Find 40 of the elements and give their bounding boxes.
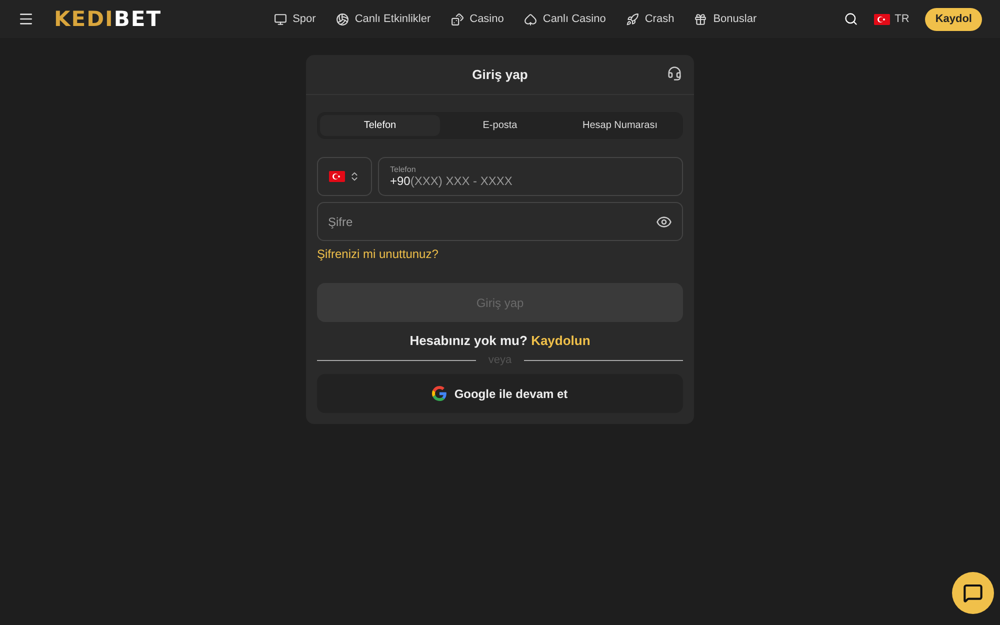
headset-icon[interactable] <box>667 66 682 81</box>
language-selector[interactable]: TR <box>874 13 910 25</box>
google-icon <box>432 386 448 401</box>
nav-icon <box>450 12 464 26</box>
chat-button[interactable] <box>952 572 994 614</box>
eye-icon[interactable] <box>656 214 672 230</box>
phone-field[interactable]: Telefon +90(XXX) XXX - XXXX <box>378 157 683 196</box>
tab[interactable]: Telefon <box>320 115 440 136</box>
logo[interactable]: KEDI BET <box>54 7 162 31</box>
password-input[interactable]: Şifre <box>328 214 656 228</box>
nav-link[interactable]: Canlı Etkinlikler <box>336 12 431 26</box>
turkey-flag-icon <box>874 14 890 24</box>
country-selector[interactable] <box>317 157 372 196</box>
field-label: Telefon <box>390 165 417 174</box>
tab[interactable]: E-posta <box>440 115 560 136</box>
tab[interactable]: Hesap Numarası <box>560 115 680 136</box>
nav-link[interactable]: Casino <box>450 12 504 26</box>
forgot-password-link[interactable]: Şifrenizi mi unuttunuz? <box>317 247 438 261</box>
register-button[interactable]: Kaydol <box>925 8 982 30</box>
nav-link[interactable]: Canlı Casino <box>524 12 606 26</box>
nav-icon <box>694 12 708 26</box>
chat-icon <box>963 583 983 603</box>
nav-icon <box>274 12 287 26</box>
chevron-updown-icon <box>349 171 360 182</box>
google-button[interactable]: Google ile devam et <box>317 374 683 413</box>
signup-prompt: Hesabınız yok mu? Kaydolun <box>408 333 592 348</box>
menu-icon[interactable] <box>18 11 34 27</box>
nav-icon <box>626 12 639 26</box>
nav-link[interactable]: Crash <box>626 12 674 26</box>
signup-link[interactable]: Kaydolun <box>531 333 590 348</box>
nav-icon <box>524 12 537 26</box>
search-icon[interactable] <box>844 12 858 26</box>
password-field[interactable]: Şifre <box>317 202 683 241</box>
dialog-title: Giriş yap <box>472 67 528 82</box>
nav-icon <box>336 12 349 26</box>
turkey-flag-icon <box>329 171 345 182</box>
phone-prefix: +90 <box>390 174 410 188</box>
nav-link[interactable]: Bonuslar <box>694 12 757 26</box>
nav-link[interactable]: Spor <box>274 12 316 26</box>
phone-input[interactable]: (XXX) XXX - XXXX <box>410 174 566 188</box>
